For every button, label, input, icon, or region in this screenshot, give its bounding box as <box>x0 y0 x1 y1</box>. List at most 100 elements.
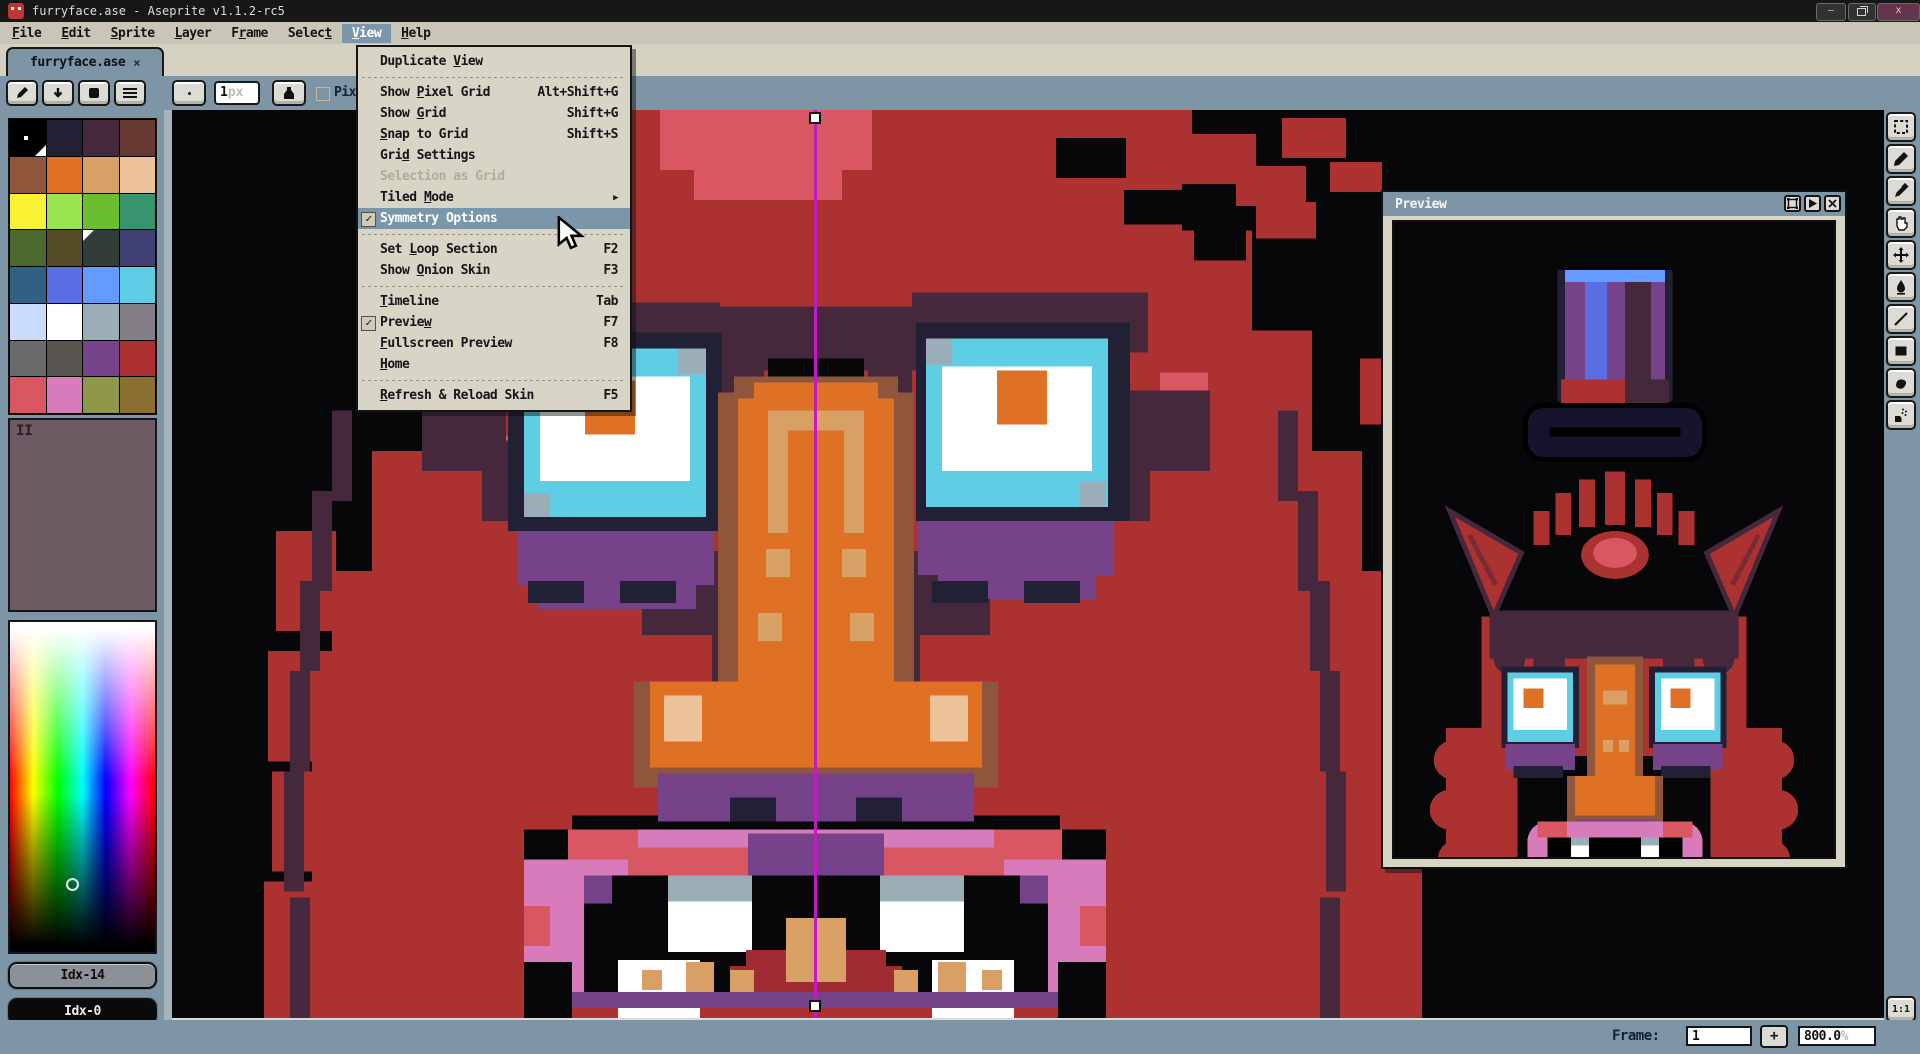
palette-swatch-2[interactable] <box>83 120 119 156</box>
menu-item-snap-to-grid[interactable]: Snap to GridShift+S <box>358 124 630 145</box>
preview-play-button[interactable] <box>1804 195 1821 212</box>
menu-item-label: Refresh & Reload Skin <box>380 388 534 403</box>
palette-swatch-6[interactable] <box>83 157 119 193</box>
palette-swatch-19[interactable] <box>120 267 156 303</box>
spectrum-marker[interactable] <box>66 878 79 891</box>
tool-rectangle-button[interactable] <box>1886 336 1916 366</box>
preview-title-bar[interactable]: Preview <box>1383 192 1845 216</box>
menu-item-label: Grid Settings <box>380 148 475 163</box>
tool-hand-button[interactable] <box>1886 208 1916 238</box>
tool-paint-bucket-button[interactable] <box>1886 272 1916 302</box>
tool-eyedropper-button[interactable] <box>1886 176 1916 206</box>
menu-select[interactable]: Select <box>278 24 342 43</box>
color-spectrum-picker[interactable] <box>8 620 157 954</box>
palette-swatch-16[interactable] <box>10 267 46 303</box>
tab-close-icon[interactable]: × <box>133 56 140 70</box>
palette-swatch-20[interactable] <box>10 304 46 340</box>
palette-swatch-7[interactable] <box>120 157 156 193</box>
preview-close-button[interactable] <box>1824 195 1841 212</box>
panel-splitter[interactable] <box>164 110 172 1054</box>
palette-swatch-25[interactable] <box>47 341 83 377</box>
palette-swatch-4[interactable] <box>10 157 46 193</box>
tool-contour-button[interactable] <box>1886 368 1916 398</box>
menu-item-timeline[interactable]: TimelineTab <box>358 291 630 312</box>
palette-swatch-15[interactable] <box>120 230 156 266</box>
palette-swatch-18[interactable] <box>83 267 119 303</box>
symmetry-handle-top[interactable] <box>809 112 821 124</box>
options-button[interactable] <box>114 80 146 106</box>
brush-type-button[interactable] <box>6 80 38 106</box>
menu-view[interactable]: View <box>342 24 391 43</box>
palette-swatch-5[interactable] <box>47 157 83 193</box>
brush-size-field[interactable]: 1px <box>214 81 260 105</box>
menu-edit[interactable]: Edit <box>51 24 100 43</box>
menu-item-duplicate-view[interactable]: Duplicate View <box>358 51 630 72</box>
menu-item-tiled-mode[interactable]: Tiled Mode ▶ <box>358 187 630 208</box>
menu-item-shortcut: F3 <box>603 263 618 278</box>
menu-item-grid-settings[interactable]: Grid Settings <box>358 145 630 166</box>
shape-button[interactable] <box>78 80 110 106</box>
palette-swatch-27[interactable] <box>120 341 156 377</box>
palette-swatch-9[interactable] <box>47 194 83 230</box>
palette-swatch-24[interactable] <box>10 341 46 377</box>
tool-pencil-button[interactable] <box>1886 144 1916 174</box>
tool-spray-button[interactable] <box>1886 400 1916 430</box>
palette-swatch-12[interactable] <box>10 230 46 266</box>
menu-item-fullscreen-preview[interactable]: Fullscreen PreviewF8 <box>358 333 630 354</box>
ink-type-button[interactable] <box>272 80 306 106</box>
palette-swatch-17[interactable] <box>47 267 83 303</box>
palette-swatch-11[interactable] <box>120 194 156 230</box>
tool-rectangular-marquee-button[interactable] <box>1886 112 1916 142</box>
menu-sprite[interactable]: Sprite <box>101 24 165 43</box>
submenu-arrow-icon: ▶ <box>613 193 618 203</box>
paint-bucket-icon <box>1893 279 1909 295</box>
palette-swatch-26[interactable] <box>83 341 119 377</box>
palette-options-area[interactable]: II <box>8 418 157 612</box>
symmetry-handle-bottom[interactable] <box>809 1000 821 1012</box>
palette-swatch-0[interactable] <box>10 120 46 156</box>
menu-layer[interactable]: Layer <box>165 24 222 43</box>
menu-item-show-grid[interactable]: Show GridShift+G <box>358 103 630 124</box>
palette-swatch-8[interactable] <box>10 194 46 230</box>
palette-swatch-13[interactable] <box>47 230 83 266</box>
pixel-perfect-checkbox[interactable] <box>316 87 330 101</box>
palette-swatch-29[interactable] <box>47 377 83 413</box>
tool-line-button[interactable] <box>1886 304 1916 334</box>
tool-move-button[interactable] <box>1886 240 1916 270</box>
aseprite-logo-icon <box>8 3 24 19</box>
palette-swatch-1[interactable] <box>47 120 83 156</box>
zoom-level-field[interactable]: 800.0% <box>1798 1026 1876 1046</box>
palette-swatch-23[interactable] <box>120 304 156 340</box>
palette-swatch-21[interactable] <box>47 304 83 340</box>
menu-item-show-onion-skin[interactable]: Show Onion SkinF3 <box>358 260 630 281</box>
menu-item-home[interactable]: Home <box>358 354 630 375</box>
frame-number-input[interactable]: 1 <box>1686 1026 1752 1046</box>
palette-swatch-3[interactable] <box>120 120 156 156</box>
menu-help[interactable]: Help <box>391 24 440 43</box>
menu-item-refresh-reload-skin[interactable]: Refresh & Reload SkinF5 <box>358 385 630 406</box>
preview-center-button[interactable] <box>1784 195 1801 212</box>
palette-swatch-10[interactable] <box>83 194 119 230</box>
preview-canvas[interactable] <box>1392 220 1836 859</box>
foreground-color-button[interactable]: Idx-14 <box>8 962 157 989</box>
palette-swatch-28[interactable] <box>10 377 46 413</box>
menu-frame[interactable]: Frame <box>221 24 278 43</box>
palette-swatch-30[interactable] <box>83 377 119 413</box>
menu-item-show-pixel-grid[interactable]: Show Pixel GridAlt+Shift+G <box>358 82 630 103</box>
minimize-button[interactable]: – <box>1816 3 1846 21</box>
dropdown-arrow-button[interactable] <box>42 80 74 106</box>
palette-swatch-31[interactable] <box>120 377 156 413</box>
pixel-ratio-button[interactable]: 1:1 <box>1886 996 1916 1022</box>
close-button[interactable]: x <box>1877 3 1920 21</box>
menu-item-label: Duplicate View <box>380 54 483 69</box>
palette-swatch-22[interactable] <box>83 304 119 340</box>
restore-button[interactable] <box>1848 3 1876 21</box>
palette-swatch-14[interactable] <box>83 230 119 266</box>
tab-furryface[interactable]: furryface.ase × <box>6 47 164 76</box>
add-frame-button[interactable]: + <box>1760 1025 1788 1048</box>
menu-file[interactable]: File <box>2 24 51 43</box>
brush-preview-button[interactable] <box>172 80 206 106</box>
menu-item-label: Tiled Mode <box>380 190 453 205</box>
close-icon: x <box>1895 5 1901 16</box>
menu-item-preview[interactable]: ✓PreviewF7 <box>358 312 630 333</box>
